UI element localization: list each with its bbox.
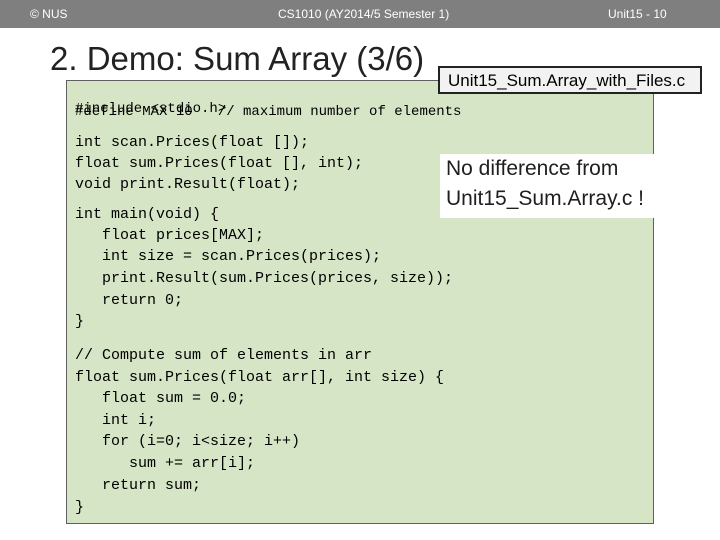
code-line-5: void print.Result(float); (75, 176, 301, 193)
code-line-15: int i; (75, 412, 157, 429)
filename-label: Unit15_Sum.Array_with_Files.c (438, 66, 702, 94)
code-line-19: } (75, 499, 85, 516)
code-line-18: return sum; (75, 477, 202, 494)
course-label: CS1010 (AY2014/5 Semester 1) (278, 7, 450, 21)
code-line-11: } (75, 313, 85, 330)
header-bar: © NUS CS1010 (AY2014/5 Semester 1) Unit1… (0, 0, 720, 28)
code-line-7: float prices[MAX]; (75, 227, 265, 244)
code-line-8: int size = scan.Prices(prices); (75, 248, 382, 265)
code-line-17: sum += arr[i]; (75, 455, 256, 472)
code-line-3: int scan.Prices(float []); (75, 134, 310, 151)
note-line-1: No difference from (446, 157, 619, 180)
copyright-label: © NUS (30, 7, 68, 21)
code-line-16: for (i=0; i<size; i++) (75, 433, 301, 450)
code-line-13: float sum.Prices(float arr[], int size) … (75, 369, 445, 386)
code-line-2: #define MAX 10 // maximum number of elem… (75, 104, 462, 120)
note-box: No difference from Unit15_Sum.Array.c ! (440, 154, 676, 218)
slide-number: Unit15 - 10 (608, 7, 667, 21)
code-line-12: // Compute sum of elements in arr (75, 347, 373, 364)
slide-title: 2. Demo: Sum Array (3/6) (50, 40, 425, 77)
note-line-2: Unit15_Sum.Array.c ! (446, 187, 645, 210)
code-line-14: float sum = 0.0; (75, 390, 247, 407)
code-box: #include <stdio.h> #define MAX 10 // max… (66, 80, 654, 524)
code-line-6: int main(void) { (75, 206, 220, 223)
code-line-4: float sum.Prices(float [], int); (75, 155, 364, 172)
code-line-10: return 0; (75, 292, 184, 309)
code-line-9: print.Result(sum.Prices(prices, size)); (75, 270, 454, 287)
